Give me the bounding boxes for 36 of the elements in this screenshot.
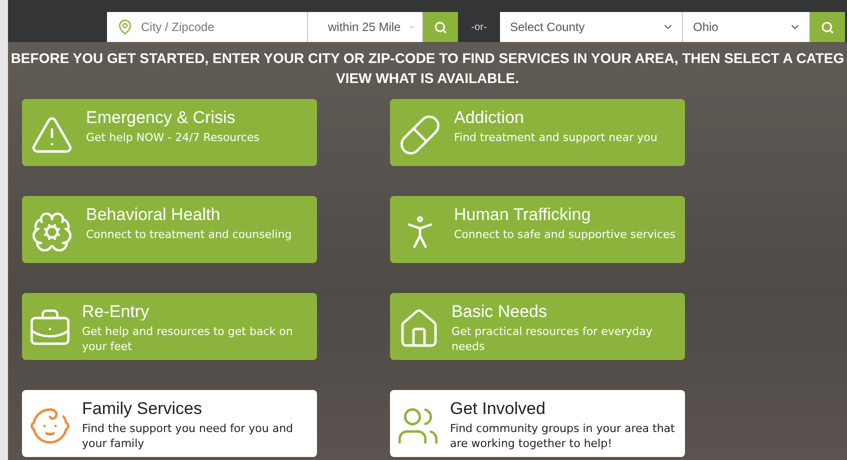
category-title: Human Trafficking [454,205,592,225]
category-title: Re-Entry [82,302,150,322]
county-select[interactable]: Select County [500,12,683,42]
category-description: Get practical resources for everyday needs [452,324,654,354]
category-card[interactable]: Behavioral Health Connect to treatment and counseling [22,196,317,263]
search-icon [434,20,447,34]
instruction-heading: BEFORE YOU GET STARTED, ENTER YOUR CITY OR ZIP-CODE TO FIND SERVICES IN YOUR AREA, THEN SELECT A CATEG [10,49,844,68]
category-title: Emergency & Crisis [86,108,236,128]
category-title: Basic Needs [452,302,548,322]
category-description: Connect to treatment and counseling [86,227,292,242]
category-title: Family Services [82,399,203,419]
category-title: Behavioral Health [86,205,222,225]
category-description: Connect to safe and supportive services [454,227,676,242]
or-separator: -or- [470,22,488,32]
instruction-heading: VIEW WHAT IS AVAILABLE. [336,69,520,88]
category-card[interactable]: Re-Entry Get help and resources to get back on your feet [22,293,317,360]
location-field[interactable]: City / Zipcode [107,12,308,42]
category-card[interactable]: Basic Needs Get practical resources for everyday needs [390,293,685,360]
search-button[interactable] [810,12,845,42]
category-description: Get help NOW - 24/7 Resources [86,130,260,145]
category-card[interactable]: Emergency & Crisis Get help NOW - 24/7 Resources [22,99,317,166]
search-button[interactable] [423,12,458,42]
category-card[interactable]: Human Trafficking Connect to safe and supportive services [390,196,685,263]
category-description: Find the support you need for you and your family [82,421,294,451]
distance-select[interactable]: within 25 Mile [308,12,423,42]
category-title: Addiction [454,108,525,128]
category-card[interactable]: Get Involved Find community groups in your area that are working together to help! [390,390,685,457]
state-select[interactable]: Ohio [683,12,810,42]
search-icon [821,20,834,34]
category-description: Find community groups in your area that are working together to help! [450,421,676,451]
category-card[interactable]: Family Services Find the support you need for you and your family [22,390,317,457]
category-description: Find treatment and support near you [454,130,658,145]
map-pin-icon [117,19,133,35]
category-description: Get help and resources to get back on your feet [82,324,294,354]
category-title: Get Involved [450,399,546,419]
category-card[interactable]: Addiction Find treatment and support near you [390,99,685,166]
